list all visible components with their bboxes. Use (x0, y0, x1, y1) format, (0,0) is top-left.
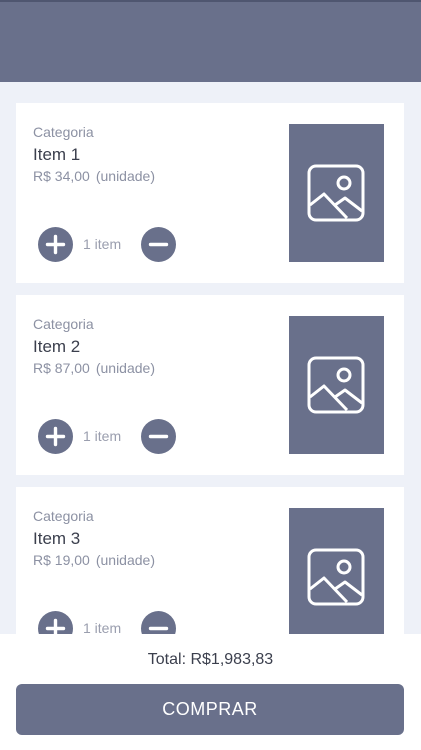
app-header (0, 2, 421, 82)
cart-item-card: Categoria Item 1 R$ 34,00 (unidade) 1 ite… (16, 103, 404, 283)
decrease-quantity-button[interactable] (141, 611, 176, 634)
item-name: Item 1 (33, 145, 81, 164)
cart-total: Total: R$1,983,83 (147, 651, 274, 668)
item-name: Item 3 (33, 529, 81, 548)
increase-quantity-button[interactable] (38, 227, 73, 262)
image-placeholder-icon (307, 548, 365, 606)
item-quantity: 1 item (83, 620, 122, 634)
cart-item-card: Categoria Item 2 R$ 87,00 (unidade) 1 ite… (16, 295, 404, 475)
image-placeholder-icon (307, 356, 365, 414)
item-category: Categoria (33, 508, 94, 524)
increase-quantity-button[interactable] (38, 419, 73, 454)
item-price-value: R$ 34,00 (33, 168, 90, 184)
cart-item-list[interactable]: Categoria Item 1 R$ 34,00 (unidade) 1 ite… (0, 82, 421, 634)
plus-icon (45, 618, 66, 634)
item-price-unit: (unidade) (95, 360, 155, 376)
image-placeholder-icon (307, 164, 365, 222)
minus-icon (148, 242, 169, 247)
item-price-value: R$ 19,00 (33, 552, 90, 568)
item-category: Categoria (33, 124, 94, 140)
decrease-quantity-button[interactable] (141, 419, 176, 454)
item-category: Categoria (33, 316, 94, 332)
item-image (289, 316, 384, 454)
plus-icon (45, 234, 66, 255)
item-price: R$ 19,00 (unidade) (33, 552, 155, 568)
item-quantity: 1 item (83, 428, 122, 444)
item-price: R$ 87,00 (unidade) (33, 360, 155, 376)
minus-icon (148, 626, 169, 631)
increase-quantity-button[interactable] (38, 611, 73, 634)
item-image (289, 508, 384, 634)
item-name: Item 2 (33, 337, 81, 356)
item-image (289, 124, 384, 262)
item-price-unit: (unidade) (95, 552, 155, 568)
item-quantity: 1 item (83, 236, 122, 252)
item-price: R$ 34,00 (unidade) (33, 168, 155, 184)
checkout-footer: Total: R$1,983,83 COMPRAR (0, 634, 421, 750)
decrease-quantity-button[interactable] (141, 227, 176, 262)
item-price-unit: (unidade) (95, 168, 155, 184)
item-price-value: R$ 87,00 (33, 360, 90, 376)
cart-item-card: Categoria Item 3 R$ 19,00 (unidade) 1 ite… (16, 487, 404, 634)
buy-button[interactable]: COMPRAR (16, 684, 404, 735)
minus-icon (148, 434, 169, 439)
plus-icon (45, 426, 66, 447)
